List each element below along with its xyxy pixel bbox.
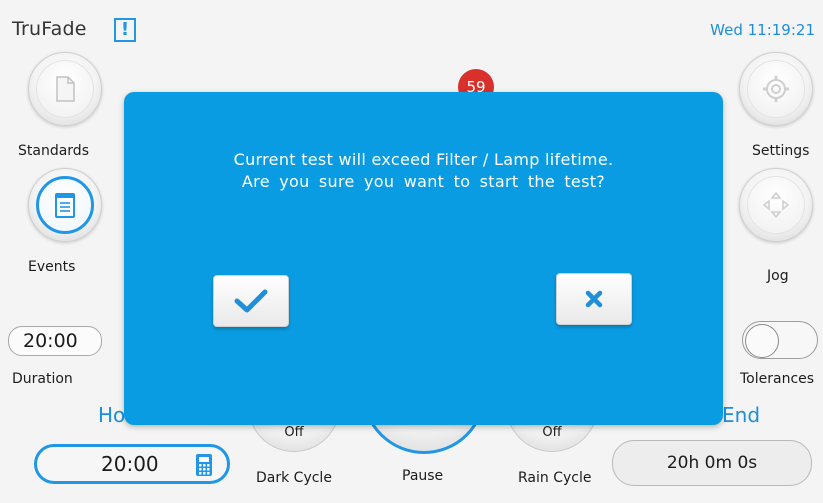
jog-label: Jog bbox=[767, 268, 789, 284]
duration-field[interactable]: 20:00 bbox=[8, 326, 102, 356]
x-icon bbox=[585, 290, 603, 308]
alert-icon[interactable]: ! bbox=[114, 18, 136, 42]
toggle-knob bbox=[745, 324, 779, 358]
app-title: TruFade bbox=[12, 18, 87, 40]
standards-button[interactable] bbox=[28, 52, 102, 126]
dialog-message-line2: Are you sure you want to start the test? bbox=[241, 172, 606, 191]
calculator-icon[interactable] bbox=[195, 453, 213, 477]
jog-button[interactable] bbox=[739, 168, 813, 242]
tolerances-toggle[interactable] bbox=[742, 321, 818, 359]
settings-button[interactable] bbox=[739, 52, 813, 126]
document-icon bbox=[56, 76, 75, 102]
time-input[interactable]: 20:00 bbox=[34, 444, 230, 484]
events-label: Events bbox=[28, 259, 76, 275]
time-value: 20:00 bbox=[101, 452, 159, 476]
confirm-button[interactable] bbox=[213, 275, 289, 327]
clock: Wed 11:19:21 bbox=[710, 21, 815, 39]
confirm-dialog: Current test will exceed Filter / Lamp l… bbox=[124, 92, 723, 425]
left-partial-label: Ho bbox=[98, 403, 126, 427]
events-button[interactable] bbox=[28, 168, 102, 242]
cancel-button[interactable] bbox=[556, 273, 632, 325]
rain-cycle-state: Off bbox=[542, 425, 562, 440]
dialog-message-line1: Current test will exceed Filter / Lamp l… bbox=[233, 150, 614, 169]
settings-label: Settings bbox=[752, 143, 810, 159]
check-icon bbox=[234, 289, 268, 313]
rain-cycle-label: Rain Cycle bbox=[518, 470, 592, 486]
standards-label: Standards bbox=[18, 143, 89, 159]
dark-cycle-label: Dark Cycle bbox=[256, 470, 332, 486]
elapsed-time-field: 20h 0m 0s bbox=[612, 440, 812, 486]
pause-label: Pause bbox=[402, 468, 444, 484]
notepad-icon bbox=[55, 193, 75, 218]
end-label: End bbox=[722, 403, 761, 427]
move-arrows-icon bbox=[762, 191, 790, 219]
tolerances-label: Tolerances bbox=[740, 371, 815, 387]
duration-label: Duration bbox=[12, 371, 73, 387]
gear-icon bbox=[763, 76, 789, 102]
dark-cycle-state: Off bbox=[284, 425, 304, 440]
